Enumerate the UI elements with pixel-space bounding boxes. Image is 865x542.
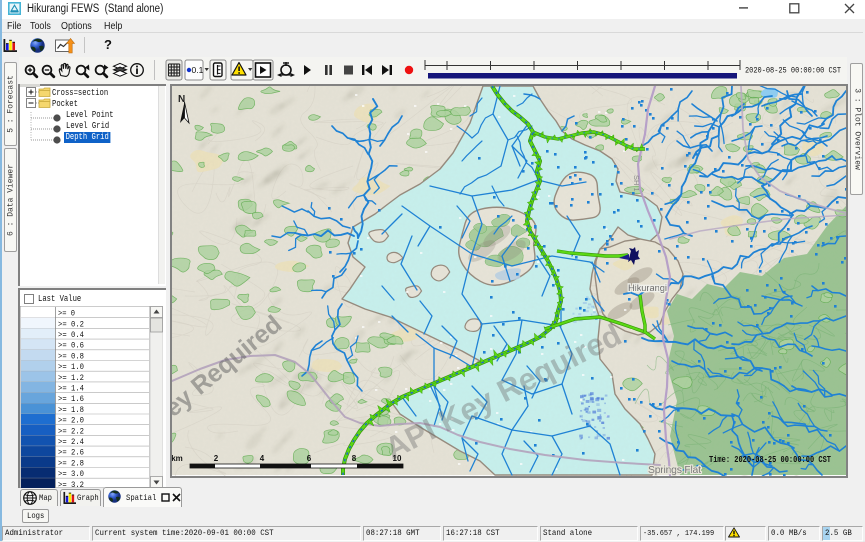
svg-text:2020-08-25 00:00:00 CST: 2020-08-25 00:00:00 CST [745,66,841,76]
svg-text:SH 1: SH 1 [632,175,641,192]
svg-text:>= 1.4: >= 1.4 [58,384,84,394]
svg-text:>= 3.0: >= 3.0 [58,469,84,479]
svg-text:Springs Flat: Springs Flat [648,464,701,476]
svg-text:>= 0.6: >= 0.6 [58,341,84,351]
svg-text:>= 2.8: >= 2.8 [58,458,84,468]
svg-text:>= 1.2: >= 1.2 [58,373,84,383]
svg-text:>= 2.6: >= 2.6 [58,448,84,458]
svg-text:>= 1.0: >= 1.0 [58,362,84,372]
svg-text:0.1: 0.1 [192,65,204,75]
svg-text:8: 8 [352,454,357,463]
svg-text:>= 0: >= 0 [58,309,75,319]
svg-text:>= 0.4: >= 0.4 [58,330,84,340]
svg-text:2: 2 [214,454,219,463]
svg-text:>= 1.6: >= 1.6 [58,394,84,404]
svg-text:>= 2.0: >= 2.0 [58,416,84,426]
svg-text:>= 0.2: >= 0.2 [58,319,84,329]
svg-text:>= 2.4: >= 2.4 [58,437,84,447]
svg-text:4: 4 [260,454,265,463]
svg-text:6: 6 [307,454,312,463]
svg-text:Time: 2020-08-25 00:00:00 CST: Time: 2020-08-25 00:00:00 CST [709,455,831,465]
svg-text:>= 3.2: >= 3.2 [58,480,84,488]
svg-text:>= 2.2: >= 2.2 [58,426,84,436]
svg-text:Hikurangi: Hikurangi [628,283,667,294]
svg-text:>= 1.8: >= 1.8 [58,405,84,415]
svg-text:>= 0.8: >= 0.8 [58,351,84,361]
svg-text:10: 10 [393,454,402,463]
svg-text:km: km [172,454,183,463]
